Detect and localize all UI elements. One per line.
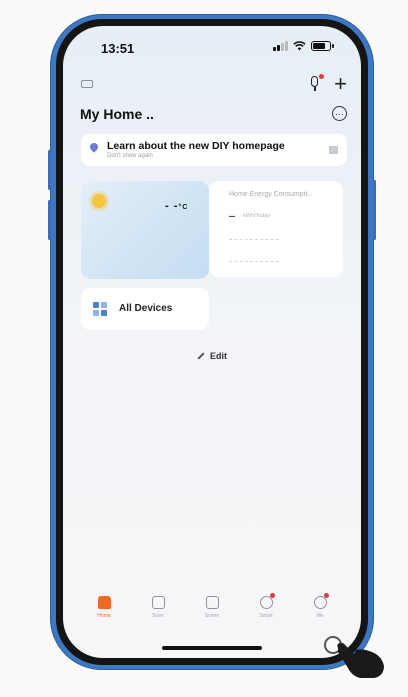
top-bar: + xyxy=(81,73,347,95)
top-actions: + xyxy=(308,73,347,95)
edit-button[interactable]: Edit xyxy=(63,351,361,361)
notification-dot xyxy=(324,593,329,598)
phone-side-button xyxy=(48,200,51,240)
home-title[interactable]: My Home .. xyxy=(80,106,154,122)
location-pin-icon xyxy=(88,141,100,153)
home-icon xyxy=(97,596,111,609)
status-time: 13:51 xyxy=(101,41,135,56)
diy-homepage-banner[interactable]: Learn about the new DIY homepage Don't s… xyxy=(81,134,347,166)
banner-title: Learn about the new DIY homepage xyxy=(107,140,285,152)
tab-label: Me xyxy=(316,613,324,619)
notification-dot xyxy=(270,593,275,598)
all-devices-label: All Devices xyxy=(119,303,173,314)
energy-placeholder-line xyxy=(229,261,279,262)
tab-scen[interactable]: Scen xyxy=(140,596,176,636)
edit-label: Edit xyxy=(210,351,227,361)
tab-smart[interactable]: Smart xyxy=(248,593,284,636)
notification-dot xyxy=(319,74,325,79)
wifi-icon xyxy=(293,41,306,51)
checkbox-icon xyxy=(205,596,219,609)
all-devices-card[interactable]: All Devices xyxy=(81,288,209,330)
tab-home[interactable]: Home xyxy=(86,596,122,636)
energy-value: -- xyxy=(229,211,235,221)
energy-placeholder-line xyxy=(229,239,279,240)
sun-icon xyxy=(92,194,106,208)
status-icons xyxy=(273,41,334,51)
profile-icon xyxy=(313,596,327,609)
add-icon[interactable]: + xyxy=(334,73,347,95)
tab-label: Scene xyxy=(204,613,220,619)
keyboard-icon[interactable] xyxy=(81,80,93,88)
temperature-unit: °C xyxy=(178,204,189,211)
home-indicator xyxy=(162,646,262,650)
energy-unit: kWh/Today xyxy=(243,213,271,219)
devices-grid-icon xyxy=(93,302,107,316)
scene-icon xyxy=(151,596,165,609)
pencil-icon xyxy=(197,352,205,360)
temperature-value: - -°C xyxy=(165,200,189,212)
tab-label: Scen xyxy=(152,613,164,619)
tab-scene[interactable]: Scene xyxy=(194,596,230,636)
pointing-hand-icon xyxy=(337,642,384,678)
energy-consumption-card[interactable]: Home Energy Consumpti... -- kWh/Today xyxy=(209,181,343,277)
tab-me[interactable]: Me xyxy=(302,593,338,636)
energy-title: Home Energy Consumpti... xyxy=(229,191,314,198)
bottom-tab-bar: Home Scen Scene Smart Me xyxy=(63,593,361,636)
more-options-icon[interactable]: ··· xyxy=(332,106,347,121)
microphone-icon[interactable] xyxy=(308,74,325,92)
signal-icon xyxy=(273,41,288,51)
smart-icon xyxy=(259,596,273,609)
phone-side-button xyxy=(48,150,51,190)
dont-show-again-link[interactable]: Don't show again xyxy=(107,153,153,159)
banner-close-icon[interactable] xyxy=(329,146,338,154)
phone-screen: 13:51 + My Home .. ··· Learn about the n… xyxy=(63,26,361,658)
tab-label: Smart xyxy=(259,613,273,619)
weather-card[interactable]: - -°C xyxy=(81,181,209,279)
tab-label: Home xyxy=(97,613,111,619)
phone-power-button xyxy=(373,180,376,240)
battery-icon xyxy=(311,41,334,51)
